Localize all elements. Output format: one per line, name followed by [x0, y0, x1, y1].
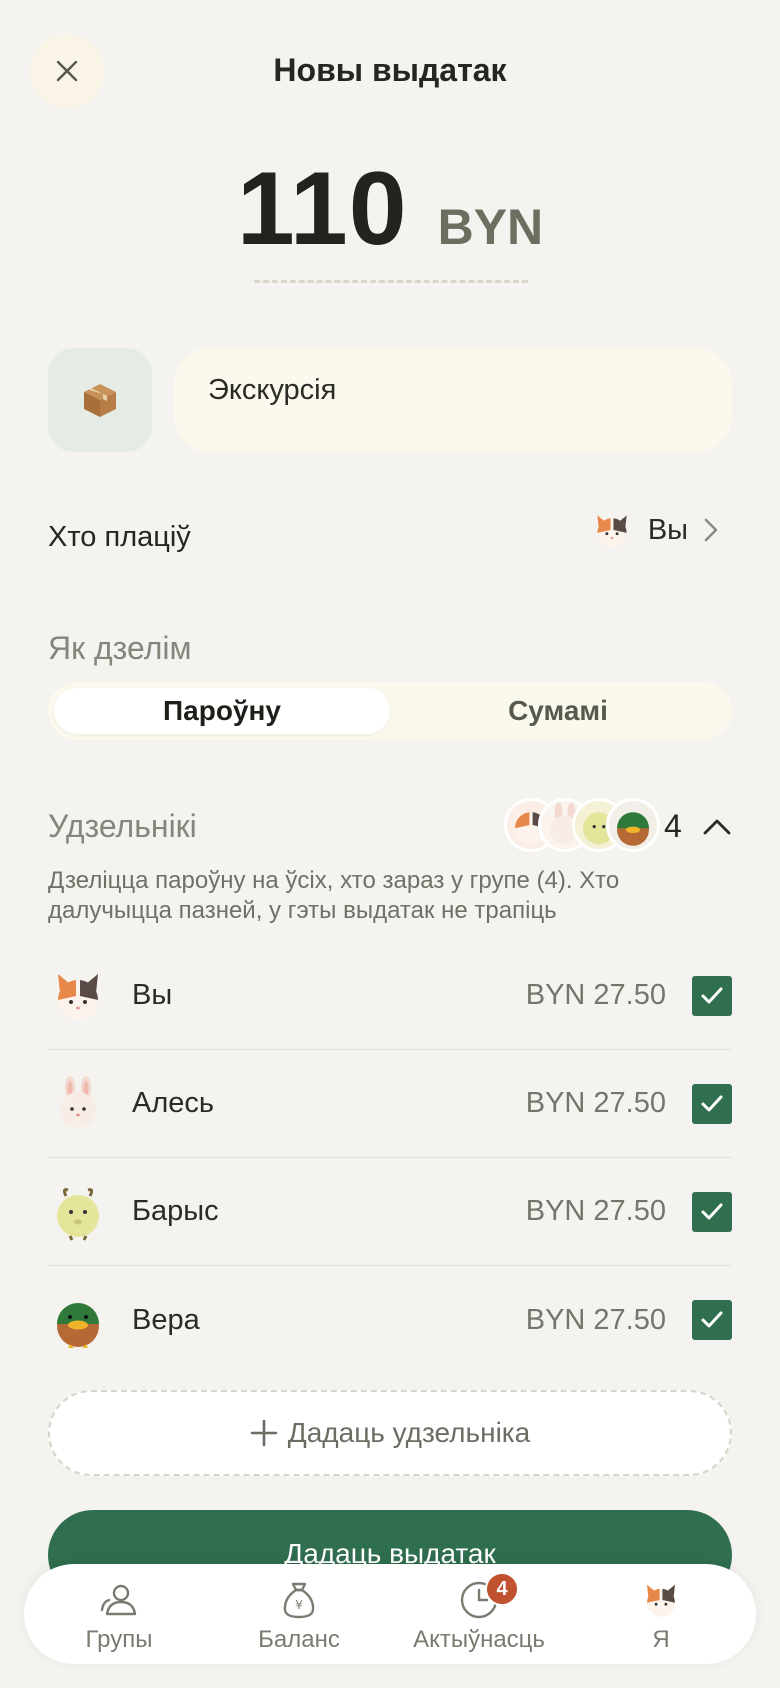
activity-badge: 4	[485, 1572, 519, 1606]
checkmark-icon	[701, 1203, 723, 1219]
payer-label: Хто плаціў	[48, 521, 191, 553]
description-input[interactable]: Экскурсія	[174, 348, 732, 452]
participant-amount: BYN 27.50	[525, 1303, 666, 1336]
participant-name: Вера	[132, 1303, 200, 1336]
money-bag-icon: ¥	[283, 1582, 315, 1619]
amount-underline	[254, 280, 528, 283]
participant-amount: BYN 27.50	[525, 1087, 666, 1119]
cat-avatar	[646, 1584, 676, 1617]
split-title: Як дзелім	[48, 630, 192, 666]
split-mode-toggle[interactable]: Пароўну Сумамі	[48, 682, 732, 740]
amount-value: 110	[236, 151, 408, 267]
participants-avatars	[504, 798, 660, 854]
split-option-equal[interactable]: Пароўну	[54, 688, 390, 734]
category-picker[interactable]	[48, 348, 152, 452]
participant-row[interactable]: Вера BYN 27.50	[48, 1266, 732, 1374]
participants-title: Удзельнікі	[48, 808, 197, 844]
cat-avatar	[597, 515, 627, 548]
people-icon	[100, 1584, 137, 1616]
payer-name: Вы	[647, 513, 688, 546]
currency-label[interactable]: BYN	[438, 199, 544, 255]
tab-label: Баланс	[258, 1626, 340, 1653]
payer-selector[interactable]: Вы	[590, 508, 720, 552]
svg-text:¥: ¥	[295, 1598, 303, 1612]
tab-label: Я	[652, 1626, 670, 1653]
participants-count: 4	[664, 808, 682, 844]
tab-label: Групы	[85, 1626, 153, 1653]
participant-name: Алесь	[132, 1087, 215, 1119]
page-title: Новы выдатак	[273, 52, 507, 88]
split-option-amounts[interactable]: Сумамі	[390, 688, 726, 734]
duck-avatar	[57, 1303, 99, 1348]
participant-name: Барыс	[132, 1195, 219, 1227]
participant-name: Вы	[132, 979, 173, 1011]
tab-me[interactable]: Я	[576, 1564, 746, 1664]
duck-avatar	[606, 798, 660, 852]
participant-row[interactable]: Алесь BYN 27.50	[48, 1050, 732, 1158]
participant-row[interactable]: Барыс BYN 27.50	[48, 1158, 732, 1266]
checkmark-icon	[701, 1311, 723, 1328]
chevron-up-icon[interactable]	[700, 810, 734, 844]
checkmark-icon	[701, 1095, 723, 1111]
participant-checkbox[interactable]	[692, 1083, 732, 1124]
participant-checkbox[interactable]	[692, 1300, 732, 1340]
participant-checkbox[interactable]	[692, 1191, 732, 1232]
tab-bar: Групы ¥ Баланс 4 Актыўнасць Я	[24, 1564, 756, 1664]
chevron-right-icon	[704, 518, 718, 542]
participant-amount: BYN 27.50	[525, 1195, 666, 1227]
tab-activity[interactable]: 4 Актыўнасць	[394, 1564, 564, 1664]
checkmark-icon	[701, 987, 723, 1003]
add-participant-label: Дадаць удзельніка	[287, 1417, 531, 1448]
tab-groups[interactable]: Групы	[34, 1564, 204, 1664]
amount-field[interactable]: 110 BYN	[0, 150, 780, 269]
add-participant-button[interactable]: Дадаць удзельніка	[48, 1390, 732, 1476]
participants-description: Дзеліцца пароўну на ўсіх, хто зараз у гр…	[48, 867, 620, 924]
participant-amount: BYN 27.50	[525, 979, 666, 1011]
rabbit-avatar	[60, 1075, 96, 1128]
participant-checkbox[interactable]	[692, 975, 732, 1016]
participant-row[interactable]: Вы BYN 27.50	[48, 942, 732, 1050]
package-icon	[84, 384, 116, 417]
tab-label: Актыўнасць	[413, 1626, 545, 1653]
plus-icon	[250, 1419, 278, 1447]
cat-avatar	[57, 973, 99, 1020]
tab-balance[interactable]: ¥ Баланс	[214, 1564, 384, 1664]
goat-avatar	[57, 1187, 99, 1241]
